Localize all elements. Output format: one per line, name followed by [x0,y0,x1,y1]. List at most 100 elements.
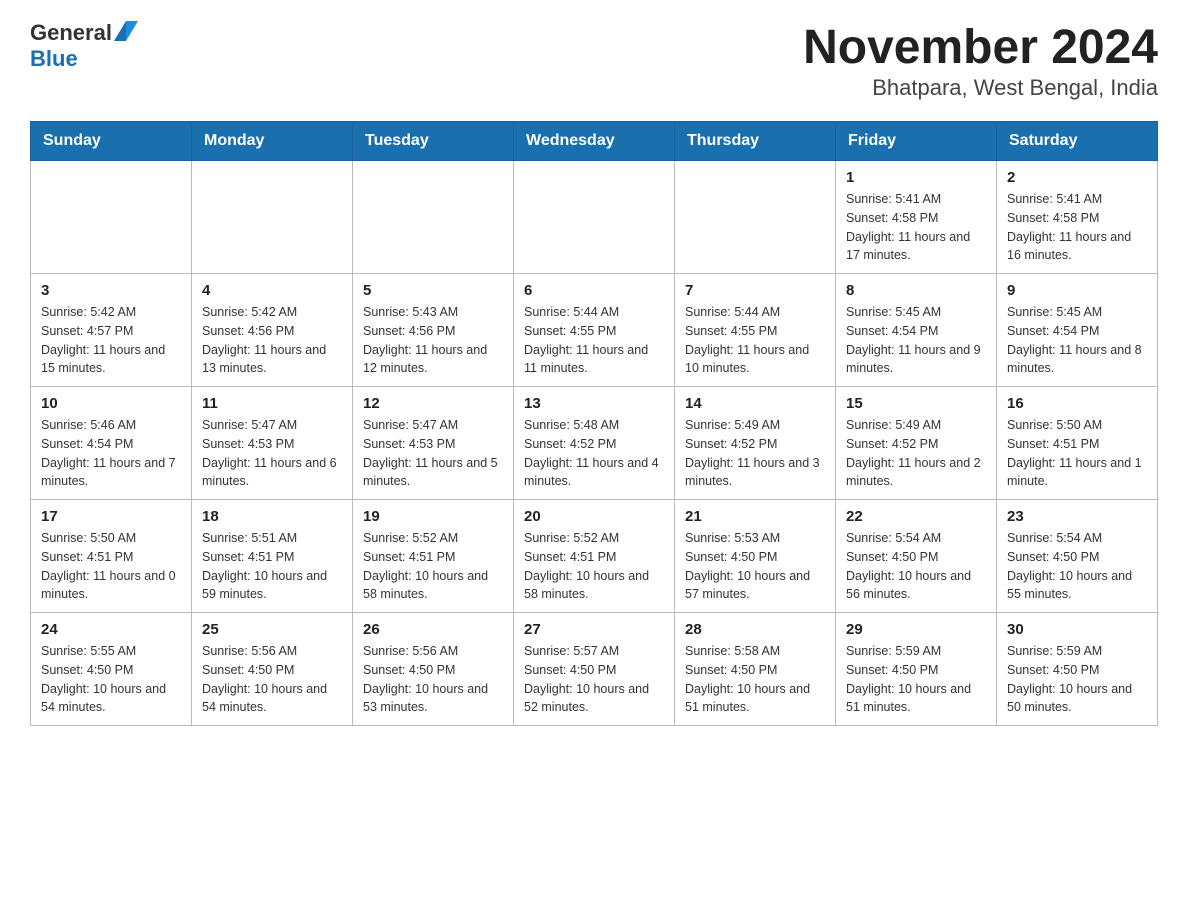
page-header: General Blue November 2024 Bhatpara, Wes… [30,20,1158,101]
weekday-header-tuesday: Tuesday [353,122,514,161]
day-cell-2: 2 Sunrise: 5:41 AM Sunset: 4:58 PM Daylig… [997,161,1158,274]
week-row-4: 17 Sunrise: 5:50 AM Sunset: 4:51 PM Dayli… [31,500,1158,613]
weekday-header-row: SundayMondayTuesdayWednesdayThursdayFrid… [31,122,1158,161]
week-row-5: 24 Sunrise: 5:55 AM Sunset: 4:50 PM Dayli… [31,613,1158,726]
day-number-11: 11 [202,395,342,412]
day-cell-27: 27 Sunrise: 5:57 AM Sunset: 4:50 PM Dayli… [514,613,675,726]
day-cell-1: 1 Sunrise: 5:41 AM Sunset: 4:58 PM Daylig… [836,161,997,274]
day-cell-11: 11 Sunrise: 5:47 AM Sunset: 4:53 PM Dayli… [192,387,353,500]
day-info-9: Sunrise: 5:45 AM Sunset: 4:54 PM Dayligh… [1007,303,1147,378]
week-row-2: 3 Sunrise: 5:42 AM Sunset: 4:57 PM Daylig… [31,274,1158,387]
empty-cell [353,161,514,274]
day-cell-3: 3 Sunrise: 5:42 AM Sunset: 4:57 PM Daylig… [31,274,192,387]
day-info-22: Sunrise: 5:54 AM Sunset: 4:50 PM Dayligh… [846,529,986,604]
day-cell-22: 22 Sunrise: 5:54 AM Sunset: 4:50 PM Dayli… [836,500,997,613]
day-number-7: 7 [685,282,825,299]
day-cell-10: 10Sunrise: 5:46 AM Sunset: 4:54 PM Dayli… [31,387,192,500]
day-number-3: 3 [41,282,181,299]
day-number-25: 25 [202,621,342,638]
week-row-1: 1 Sunrise: 5:41 AM Sunset: 4:58 PM Daylig… [31,161,1158,274]
empty-cell [31,161,192,274]
day-number-14: 14 [685,395,825,412]
empty-cell [675,161,836,274]
day-cell-25: 25 Sunrise: 5:56 AM Sunset: 4:50 PM Dayli… [192,613,353,726]
logo-blue-text: Blue [30,46,78,71]
day-info-5: Sunrise: 5:43 AM Sunset: 4:56 PM Dayligh… [363,303,503,378]
day-number-12: 12 [363,395,503,412]
day-info-25: Sunrise: 5:56 AM Sunset: 4:50 PM Dayligh… [202,642,342,717]
day-cell-14: 14Sunrise: 5:49 AM Sunset: 4:52 PM Dayli… [675,387,836,500]
day-number-21: 21 [685,508,825,525]
logo-arrows [114,25,138,41]
day-cell-5: 5Sunrise: 5:43 AM Sunset: 4:56 PM Daylig… [353,274,514,387]
day-info-3: Sunrise: 5:42 AM Sunset: 4:57 PM Dayligh… [41,303,181,378]
day-cell-24: 24 Sunrise: 5:55 AM Sunset: 4:50 PM Dayli… [31,613,192,726]
empty-cell [514,161,675,274]
weekday-header-friday: Friday [836,122,997,161]
day-number-9: 9 [1007,282,1147,299]
logo-general-text: General [30,20,112,46]
day-number-22: 22 [846,508,986,525]
day-cell-17: 17 Sunrise: 5:50 AM Sunset: 4:51 PM Dayli… [31,500,192,613]
day-cell-12: 12 Sunrise: 5:47 AM Sunset: 4:53 PM Dayli… [353,387,514,500]
day-number-13: 13 [524,395,664,412]
day-cell-13: 13 Sunrise: 5:48 AM Sunset: 4:52 PM Dayli… [514,387,675,500]
day-number-16: 16 [1007,395,1147,412]
week-row-3: 10Sunrise: 5:46 AM Sunset: 4:54 PM Dayli… [31,387,1158,500]
day-cell-4: 4Sunrise: 5:42 AM Sunset: 4:56 PM Daylig… [192,274,353,387]
day-number-4: 4 [202,282,342,299]
day-info-11: Sunrise: 5:47 AM Sunset: 4:53 PM Dayligh… [202,416,342,491]
day-number-6: 6 [524,282,664,299]
day-number-26: 26 [363,621,503,638]
day-cell-18: 18 Sunrise: 5:51 AM Sunset: 4:51 PM Dayli… [192,500,353,613]
day-info-16: Sunrise: 5:50 AM Sunset: 4:51 PM Dayligh… [1007,416,1147,491]
day-info-17: Sunrise: 5:50 AM Sunset: 4:51 PM Dayligh… [41,529,181,604]
day-number-29: 29 [846,621,986,638]
weekday-header-monday: Monday [192,122,353,161]
day-number-19: 19 [363,508,503,525]
calendar-title: November 2024 [803,20,1158,75]
day-number-1: 1 [846,169,986,186]
calendar-table: SundayMondayTuesdayWednesdayThursdayFrid… [30,121,1158,726]
day-info-29: Sunrise: 5:59 AM Sunset: 4:50 PM Dayligh… [846,642,986,717]
day-info-12: Sunrise: 5:47 AM Sunset: 4:53 PM Dayligh… [363,416,503,491]
weekday-header-sunday: Sunday [31,122,192,161]
day-cell-23: 23 Sunrise: 5:54 AM Sunset: 4:50 PM Dayli… [997,500,1158,613]
day-cell-8: 8Sunrise: 5:45 AM Sunset: 4:54 PM Daylig… [836,274,997,387]
title-section: November 2024 Bhatpara, West Bengal, Ind… [803,20,1158,101]
day-cell-19: 19 Sunrise: 5:52 AM Sunset: 4:51 PM Dayli… [353,500,514,613]
day-info-23: Sunrise: 5:54 AM Sunset: 4:50 PM Dayligh… [1007,529,1147,604]
day-cell-7: 7Sunrise: 5:44 AM Sunset: 4:55 PM Daylig… [675,274,836,387]
day-cell-20: 20Sunrise: 5:52 AM Sunset: 4:51 PM Dayli… [514,500,675,613]
day-cell-30: 30 Sunrise: 5:59 AM Sunset: 4:50 PM Dayli… [997,613,1158,726]
day-info-18: Sunrise: 5:51 AM Sunset: 4:51 PM Dayligh… [202,529,342,604]
day-number-27: 27 [524,621,664,638]
empty-cell [192,161,353,274]
day-number-23: 23 [1007,508,1147,525]
day-number-18: 18 [202,508,342,525]
day-info-30: Sunrise: 5:59 AM Sunset: 4:50 PM Dayligh… [1007,642,1147,717]
day-info-6: Sunrise: 5:44 AM Sunset: 4:55 PM Dayligh… [524,303,664,378]
day-info-13: Sunrise: 5:48 AM Sunset: 4:52 PM Dayligh… [524,416,664,491]
calendar-subtitle: Bhatpara, West Bengal, India [803,75,1158,101]
day-number-30: 30 [1007,621,1147,638]
day-number-17: 17 [41,508,181,525]
day-info-19: Sunrise: 5:52 AM Sunset: 4:51 PM Dayligh… [363,529,503,604]
day-info-1: Sunrise: 5:41 AM Sunset: 4:58 PM Dayligh… [846,190,986,265]
day-info-28: Sunrise: 5:58 AM Sunset: 4:50 PM Dayligh… [685,642,825,717]
day-cell-16: 16 Sunrise: 5:50 AM Sunset: 4:51 PM Dayli… [997,387,1158,500]
day-number-2: 2 [1007,169,1147,186]
day-number-20: 20 [524,508,664,525]
day-number-8: 8 [846,282,986,299]
day-cell-26: 26Sunrise: 5:56 AM Sunset: 4:50 PM Dayli… [353,613,514,726]
logo-arrow-left [126,21,138,41]
day-info-24: Sunrise: 5:55 AM Sunset: 4:50 PM Dayligh… [41,642,181,717]
day-number-28: 28 [685,621,825,638]
weekday-header-saturday: Saturday [997,122,1158,161]
day-cell-28: 28 Sunrise: 5:58 AM Sunset: 4:50 PM Dayli… [675,613,836,726]
day-info-2: Sunrise: 5:41 AM Sunset: 4:58 PM Dayligh… [1007,190,1147,265]
day-number-24: 24 [41,621,181,638]
logo: General Blue [30,20,138,72]
day-info-27: Sunrise: 5:57 AM Sunset: 4:50 PM Dayligh… [524,642,664,717]
weekday-header-thursday: Thursday [675,122,836,161]
